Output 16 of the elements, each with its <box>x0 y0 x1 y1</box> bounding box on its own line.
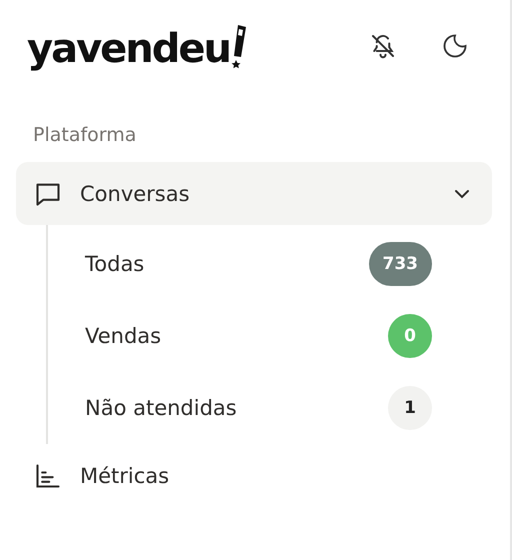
count-badge: 733 <box>368 242 432 286</box>
count-badge: 1 <box>388 386 432 430</box>
submenu-item[interactable]: Vendas 0 <box>48 300 432 372</box>
submenu-item[interactable]: Não atendidas 1 <box>48 372 432 444</box>
brand-logo: yavendeu <box>27 29 230 69</box>
submenu-label: Vendas <box>85 324 162 348</box>
pencil-star-icon <box>230 23 248 69</box>
count-badge: 0 <box>388 314 432 358</box>
nav-item[interactable]: Métricas <box>16 444 492 507</box>
submenu-label: Todas <box>85 252 144 276</box>
bar-chart-icon <box>34 462 62 490</box>
dark-mode-icon <box>441 32 469 60</box>
section-label: Plataforma <box>33 124 138 146</box>
submenu-label: Não atendidas <box>85 396 237 420</box>
nav-item[interactable]: Conversas <box>16 162 492 225</box>
submenu-item[interactable]: Todas 733 <box>48 228 432 300</box>
